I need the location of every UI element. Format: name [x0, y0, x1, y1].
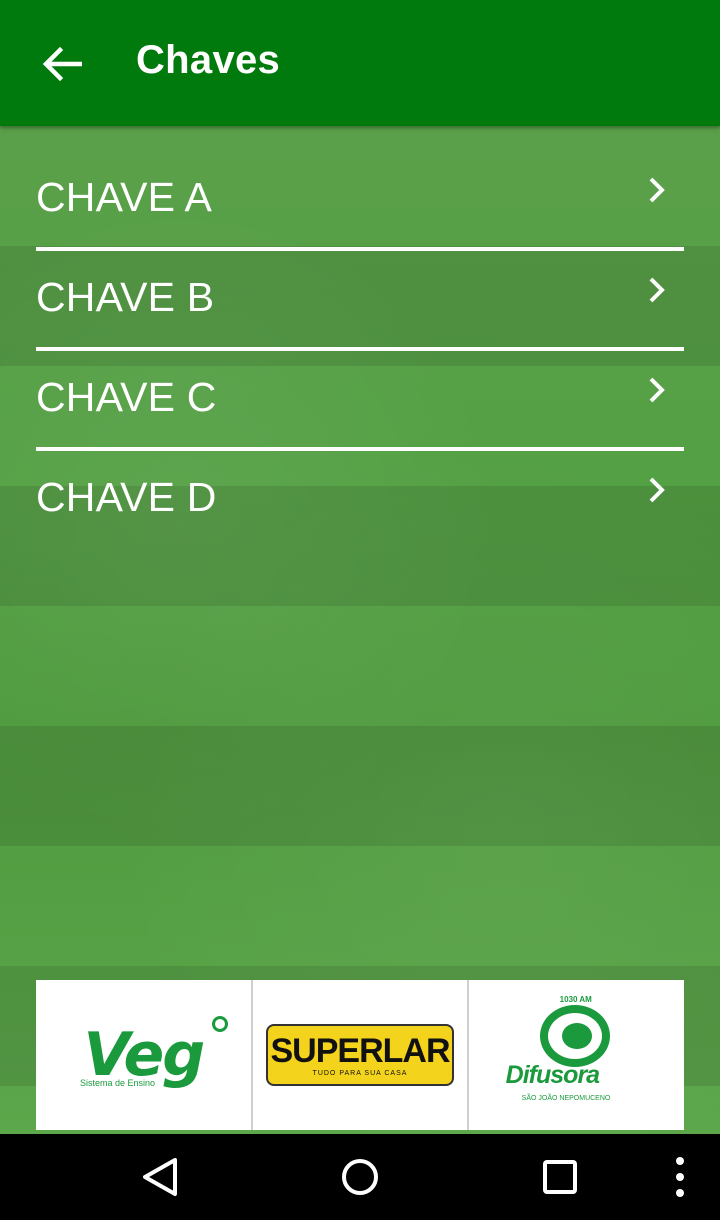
list-item-label: CHAVE D — [36, 474, 217, 520]
circle-home-icon[interactable] — [337, 1154, 383, 1200]
app-bar: Chaves — [0, 0, 720, 126]
difusora-frequency: 1030 AM — [559, 995, 592, 1004]
arrow-left-icon — [42, 46, 82, 82]
list-item-label: CHAVE A — [36, 174, 213, 220]
superlar-tagline: TUDO PARA SUA CASA — [312, 1069, 408, 1077]
chevron-right-icon — [649, 177, 665, 203]
chevron-right-icon — [649, 477, 665, 503]
chave-list: CHAVE A CHAVE B CHAVE C CHAVE D — [36, 148, 684, 548]
difusora-logo: 1030 AM Difusora SÃO JOÃO NEPOMUCENO — [502, 995, 652, 1115]
chevron-right-icon — [649, 377, 665, 403]
difusora-emblem-icon — [539, 1005, 610, 1067]
superlar-name: SUPERLAR — [270, 1031, 450, 1070]
square-recents-icon[interactable] — [537, 1154, 583, 1200]
difusora-city: SÃO JOÃO NEPOMUCENO — [521, 1095, 611, 1102]
list-item-label: CHAVE C — [36, 374, 217, 420]
content-area: CHAVE A CHAVE B CHAVE C CHAVE D Veg Sist… — [0, 126, 720, 1134]
superlar-logo: SUPERLAR TUDO PARA SUA CASA — [266, 1024, 454, 1086]
veg-logo: Veg — [83, 1020, 205, 1090]
list-item-chave-b[interactable]: CHAVE B — [36, 248, 684, 351]
chevron-right-icon — [649, 277, 665, 303]
sponsor-superlar[interactable]: SUPERLAR TUDO PARA SUA CASA — [253, 980, 470, 1130]
system-nav-bar — [0, 1134, 720, 1220]
back-button[interactable] — [26, 30, 98, 98]
sponsor-difusora[interactable]: 1030 AM Difusora SÃO JOÃO NEPOMUCENO — [469, 980, 684, 1130]
triangle-back-icon[interactable] — [137, 1154, 183, 1200]
list-item-chave-d[interactable]: CHAVE D — [36, 448, 684, 548]
list-item-chave-c[interactable]: CHAVE C — [36, 348, 684, 451]
veg-dot-icon — [212, 1016, 228, 1032]
sponsor-veg[interactable]: Veg Sistema de Ensino — [36, 980, 253, 1130]
difusora-name: Difusora — [505, 1061, 600, 1089]
veg-tagline: Sistema de Ensino — [80, 1078, 156, 1088]
list-item-label: CHAVE B — [36, 274, 215, 320]
page-title: Chaves — [136, 38, 281, 82]
sponsor-banner: Veg Sistema de Ensino SUPERLAR TUDO PARA… — [36, 980, 684, 1130]
list-item-chave-a[interactable]: CHAVE A — [36, 148, 684, 251]
vertical-dots-icon[interactable] — [657, 1154, 703, 1200]
